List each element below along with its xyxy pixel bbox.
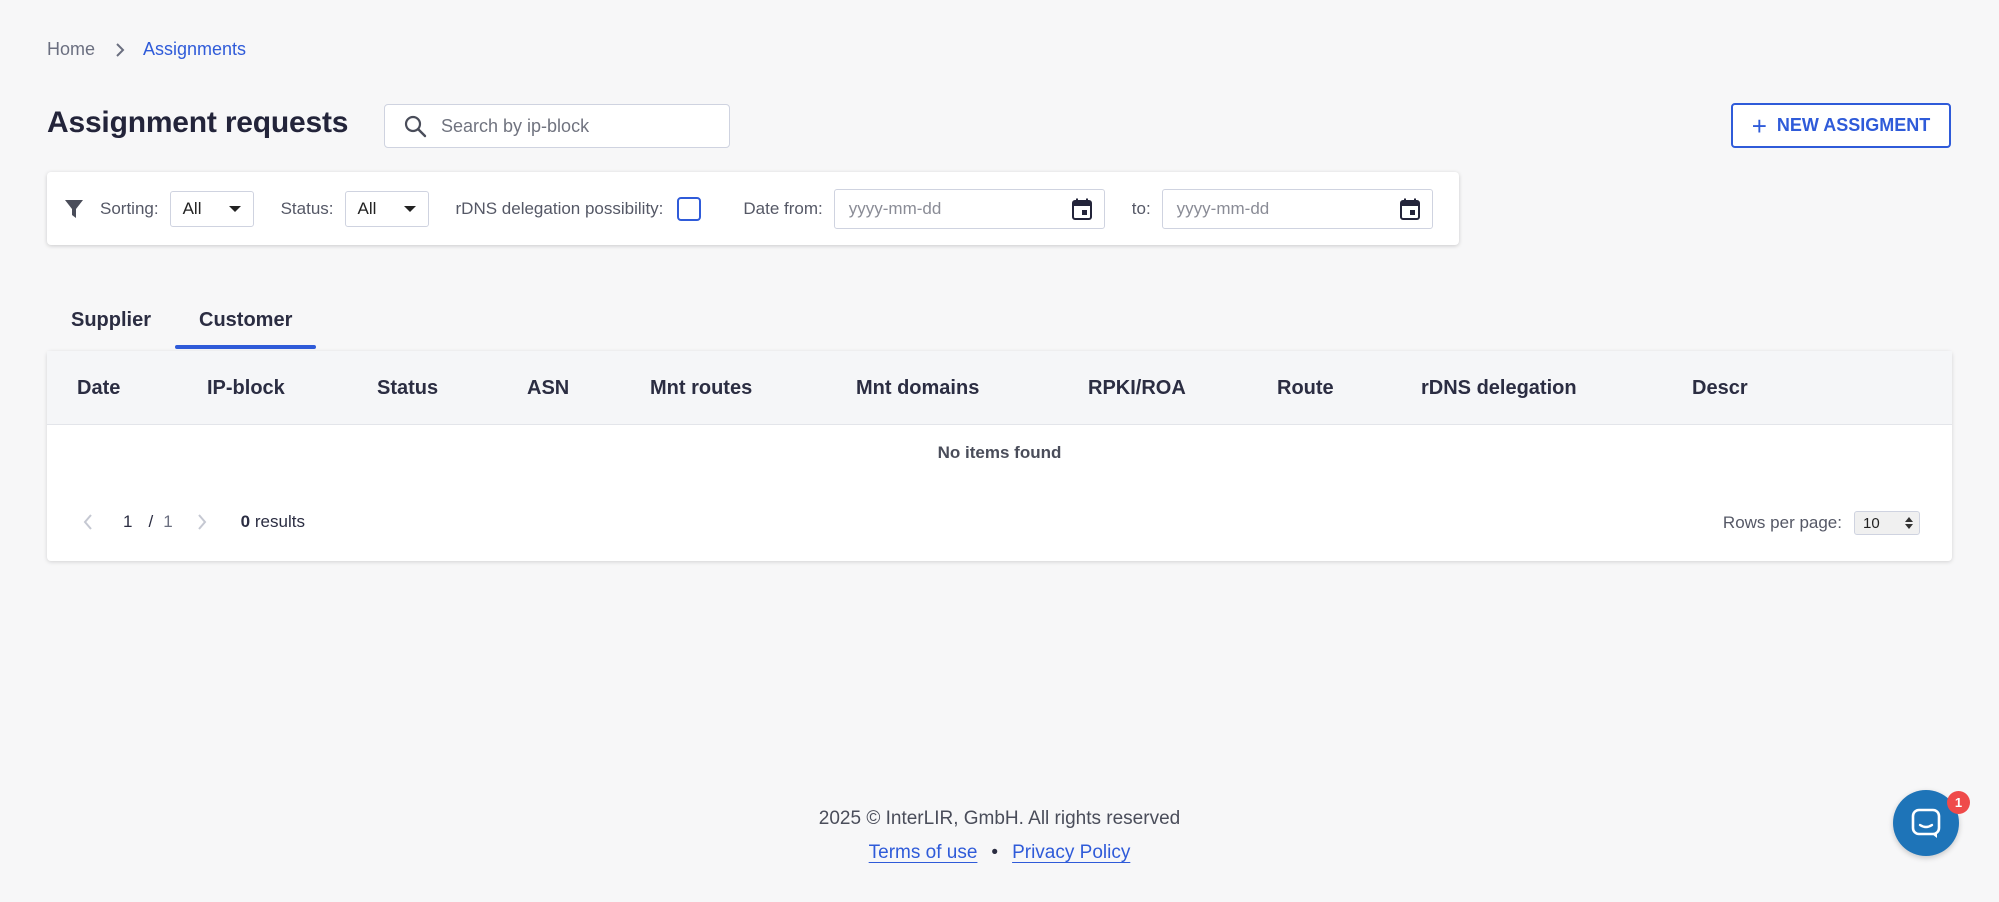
footer-links: Terms of use • Privacy Policy [0,842,1999,864]
chat-icon [1911,808,1941,838]
column-header-mnt-domains[interactable]: Mnt domains [856,351,979,425]
column-header-status[interactable]: Status [377,351,438,425]
filter-icon [64,198,84,220]
column-header-ip-block[interactable]: IP-block [207,351,285,425]
chevron-right-icon [115,42,125,57]
table-header: Date IP-block Status ASN Mnt routes Mnt … [47,351,1952,425]
current-page: 1 [123,512,133,531]
search-box[interactable] [384,104,730,148]
sorting-label: Sorting: [100,198,159,218]
page-separator: / [148,512,154,531]
calendar-icon[interactable] [1399,198,1420,220]
status-label: Status: [280,198,334,218]
column-header-asn[interactable]: ASN [527,351,569,425]
total-pages: 1 [163,512,173,531]
new-assignment-button[interactable]: + NEW ASSIGMENT [1731,103,1951,148]
status-value: All [357,198,377,218]
tab-customer[interactable]: Customer [175,296,317,349]
caret-down-icon [403,205,416,212]
date-to-placeholder: yyyy-mm-dd [1176,198,1270,218]
column-header-route[interactable]: Route [1277,351,1334,425]
chevron-right-icon [197,514,206,530]
results-label: results [254,512,305,531]
date-from-placeholder: yyyy-mm-dd [848,198,942,218]
tab-bar: Supplier Customer [47,296,317,349]
new-assignment-label: NEW ASSIGMENT [1776,115,1931,135]
date-to-label: to: [1131,198,1151,218]
chat-notification-badge: 1 [1947,791,1970,814]
footer-separator: • [991,842,999,863]
caret-down-icon [228,205,241,212]
column-header-date[interactable]: Date [77,351,120,425]
date-from-label: Date from: [743,198,823,218]
rdns-checkbox[interactable] [677,196,702,221]
breadcrumb: Home Assignments [47,39,246,60]
date-from-input[interactable]: yyyy-mm-dd [833,188,1105,229]
plus-icon: + [1751,110,1767,141]
results-summary: 0 results [241,512,305,532]
rows-per-page: Rows per page: 10 [1723,511,1920,535]
column-header-rpki-roa[interactable]: RPKI/ROA [1088,351,1186,425]
page-title: Assignment requests [47,106,349,139]
sorting-select[interactable]: All [169,190,254,227]
status-select[interactable]: All [344,190,429,227]
rdns-label: rDNS delegation possibility: [455,198,664,218]
tab-supplier[interactable]: Supplier [47,296,175,349]
page: Home Assignments Assignment requests + N… [0,0,1999,902]
column-header-rdns[interactable]: rDNS delegation [1421,351,1577,425]
empty-state: No items found [937,443,1062,462]
results-count: 0 [240,512,251,531]
breadcrumb-home[interactable]: Home [47,39,95,60]
filter-bar: Sorting: All Status: All rDNS delegation… [47,172,1459,245]
privacy-link[interactable]: Privacy Policy [1012,842,1130,864]
rows-per-page-select[interactable]: 10 [1854,511,1920,535]
column-header-mnt-routes[interactable]: Mnt routes [650,351,752,425]
rows-per-page-label: Rows per page: [1722,513,1842,532]
breadcrumb-current[interactable]: Assignments [143,39,246,60]
next-page-button[interactable] [197,514,207,530]
sorting-value: All [182,198,202,218]
calendar-icon[interactable] [1071,198,1092,220]
terms-link[interactable]: Terms of use [869,842,978,864]
assignments-table: Date IP-block Status ASN Mnt routes Mnt … [47,351,1952,561]
pagination: 1 / 1 0 results [83,512,305,532]
up-down-caret-icon [1905,517,1913,529]
chevron-left-icon [83,514,92,530]
column-header-descr[interactable]: Descr [1692,351,1748,425]
prev-page-button[interactable] [83,514,93,530]
search-icon [403,114,427,138]
rows-per-page-value: 10 [1863,514,1880,532]
search-input[interactable] [441,115,711,137]
date-to-input[interactable]: yyyy-mm-dd [1161,188,1433,229]
footer-copyright: 2025 © InterLIR, GmbH. All rights reserv… [818,808,1181,829]
